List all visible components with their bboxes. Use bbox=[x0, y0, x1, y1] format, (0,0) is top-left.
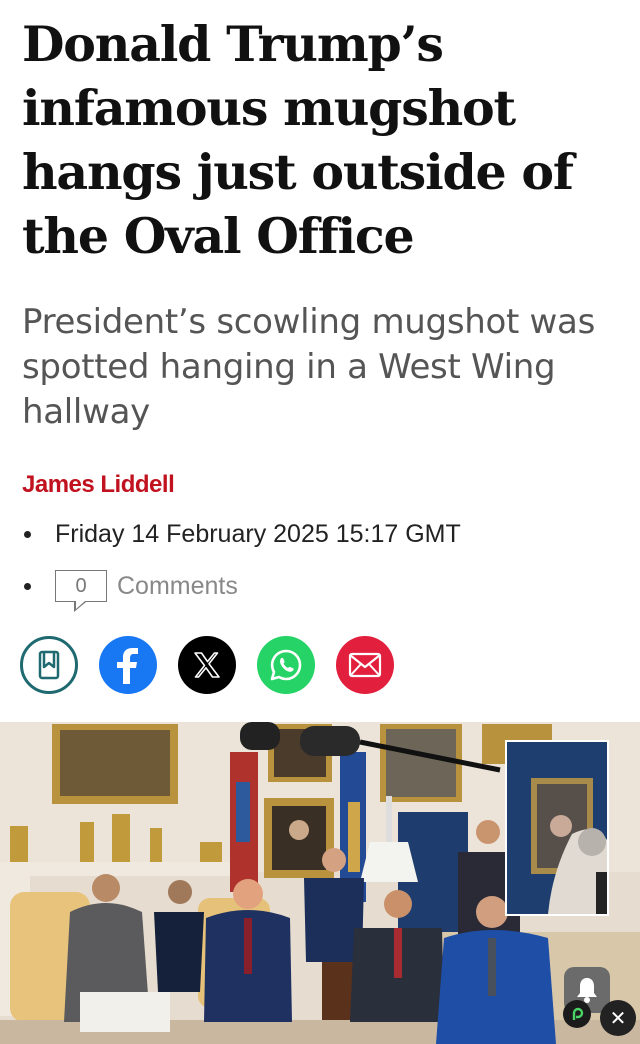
article-hero-image[interactable] bbox=[0, 722, 640, 1044]
mugshot-inset bbox=[505, 740, 609, 916]
bookmark-icon bbox=[38, 650, 60, 680]
close-icon: ✕ bbox=[609, 1006, 627, 1030]
article-standfirst: President’s scowling mugshot was spotted… bbox=[22, 302, 595, 432]
close-overlay-button[interactable]: ✕ bbox=[600, 1000, 636, 1036]
comment-count: 0 bbox=[75, 574, 87, 597]
x-share-button[interactable] bbox=[178, 636, 236, 694]
bullet bbox=[24, 582, 31, 590]
comment-count-icon: 0 bbox=[55, 570, 107, 612]
email-icon bbox=[348, 652, 382, 678]
comments-link[interactable]: 0 Comments bbox=[22, 570, 238, 612]
bookmark-button[interactable] bbox=[20, 636, 78, 694]
facebook-share-button[interactable] bbox=[99, 636, 157, 694]
facebook-icon bbox=[117, 648, 138, 684]
publish-date: Friday 14 February 2025 15:17 GMT bbox=[55, 520, 461, 548]
author-link[interactable]: James Liddell bbox=[22, 471, 175, 499]
whatsapp-share-button[interactable] bbox=[257, 636, 315, 694]
email-share-button[interactable] bbox=[336, 636, 394, 694]
share-bar bbox=[20, 636, 394, 694]
comments-label: Comments bbox=[117, 571, 238, 600]
app-badge-button[interactable] bbox=[563, 1000, 591, 1028]
oval-office-photo bbox=[0, 722, 640, 1044]
whatsapp-icon bbox=[270, 649, 302, 681]
publish-date-row: Friday 14 February 2025 15:17 GMT bbox=[22, 520, 461, 549]
pin-icon bbox=[572, 1007, 584, 1020]
article-headline: Donald Trump’s infamous mugshot hangs ju… bbox=[22, 15, 574, 265]
x-icon bbox=[194, 652, 220, 678]
bullet bbox=[24, 531, 31, 538]
